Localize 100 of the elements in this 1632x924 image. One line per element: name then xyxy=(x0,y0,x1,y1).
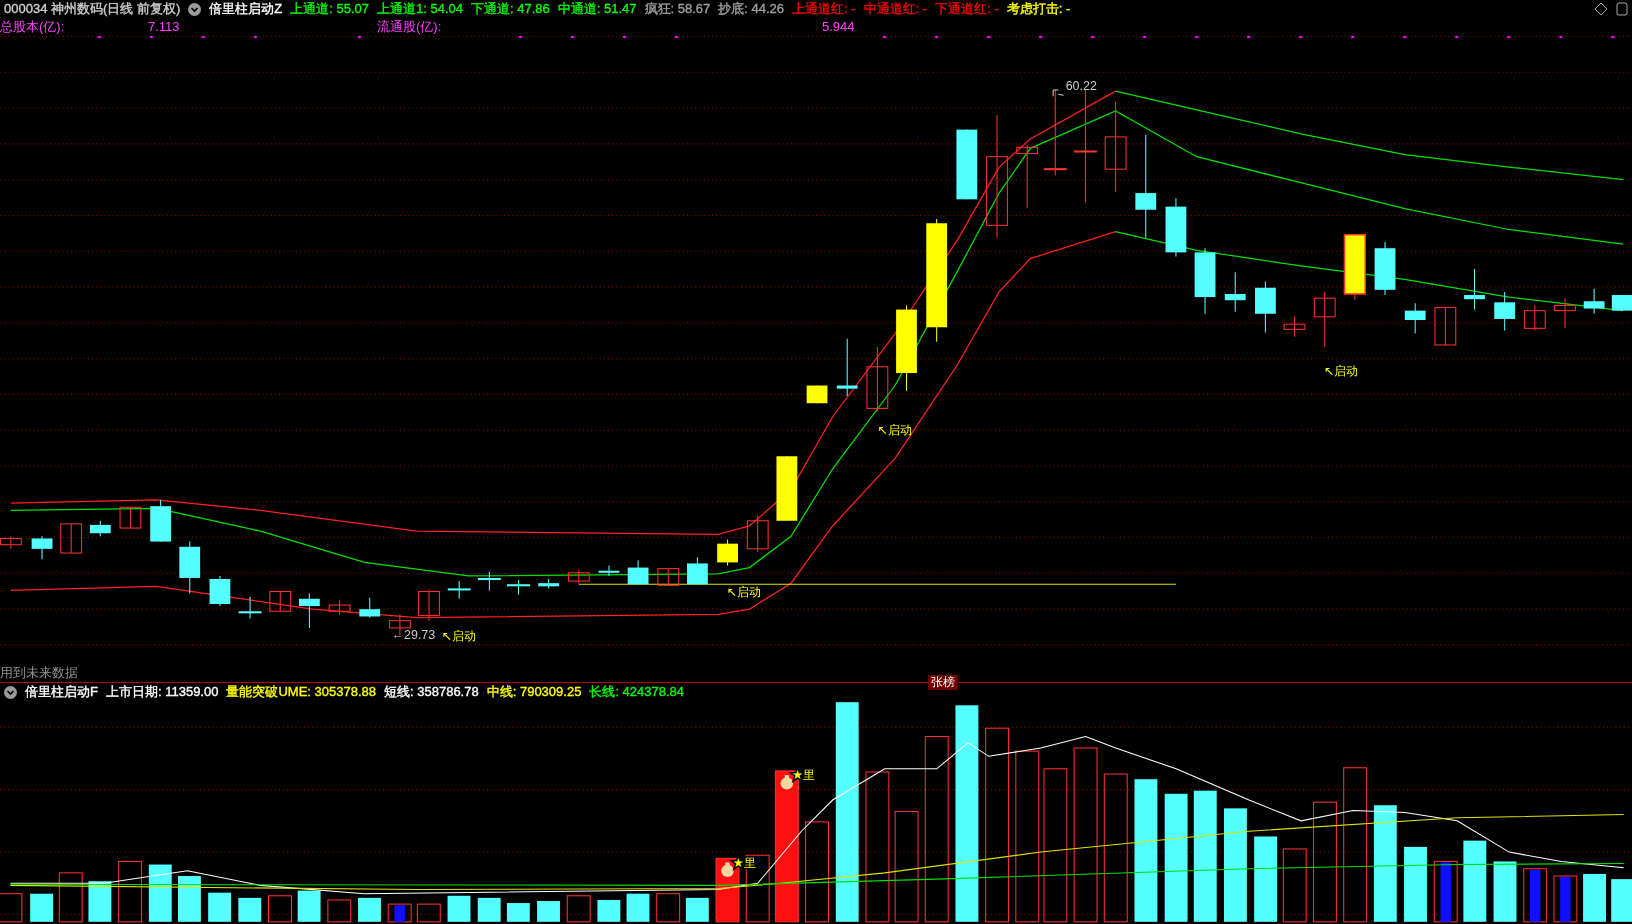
volume-bar xyxy=(447,895,471,922)
candlestick xyxy=(1434,307,1457,346)
peak-price-label: 60.22 xyxy=(1065,79,1097,94)
indicator-value: 考虑打击: - xyxy=(1006,0,1071,18)
volume-bar xyxy=(506,903,530,922)
candlestick xyxy=(1343,233,1367,301)
low-price-label: ←29.73 xyxy=(391,628,436,643)
candlestick xyxy=(31,535,53,560)
limit-up-badge: 张榜 xyxy=(928,675,958,690)
money-bag-icon xyxy=(780,775,794,790)
volume-bar xyxy=(1433,860,1458,923)
candlestick xyxy=(1374,241,1396,296)
indicator-value: 量能突破UME: 305378.88 xyxy=(226,683,376,701)
candlestick xyxy=(717,538,738,566)
indicator-value: 短线: 358786.78 xyxy=(384,683,479,701)
candlestick xyxy=(328,599,351,615)
volume-bar xyxy=(30,893,54,922)
volume-bar xyxy=(477,897,501,922)
candlestick xyxy=(1523,304,1546,331)
indicator-value: 长线: 424378.84 xyxy=(589,683,685,701)
candlestick xyxy=(209,575,231,607)
candlestick xyxy=(598,565,620,577)
candlestick xyxy=(60,523,83,554)
candlestick xyxy=(447,580,471,600)
indicator-value: 上通道红: - xyxy=(792,0,856,18)
indicator-value: 抄底: 44.26 xyxy=(718,0,785,18)
candlestick xyxy=(1494,291,1516,331)
candlestick xyxy=(657,568,680,586)
candlestick xyxy=(1464,268,1485,311)
volume-bar xyxy=(268,895,292,923)
indicator-value: 中线: 790309.25 xyxy=(486,683,582,701)
candlestick xyxy=(567,569,590,584)
candlestick xyxy=(1611,294,1632,312)
volume-bar xyxy=(118,860,143,923)
volume-bar xyxy=(148,864,172,922)
volume-bar xyxy=(88,881,112,922)
candlestick xyxy=(238,596,262,620)
start-signal-label: ↖启动 xyxy=(441,629,476,644)
volume-bar xyxy=(566,895,591,923)
indicator-value: 上通道: 55.07 xyxy=(290,0,369,18)
candlestick xyxy=(359,597,381,619)
candlestick xyxy=(1404,302,1426,335)
money-bag-icon xyxy=(721,862,734,878)
indicator-name: 倍里柱启动F xyxy=(25,683,98,701)
candlestick xyxy=(1016,144,1039,209)
candlestick xyxy=(956,129,978,200)
dropdown-icon[interactable] xyxy=(4,685,17,699)
volume-bar xyxy=(58,872,83,923)
indicator-value: 下通道红: - xyxy=(935,0,999,18)
candlestick xyxy=(150,499,172,543)
share-capital-label: 流通股(亿): xyxy=(377,18,443,36)
volume-bar xyxy=(358,897,381,922)
indicator-value: 中通道红: - xyxy=(863,0,928,18)
volume-bar xyxy=(1583,873,1606,922)
future-data-notice: 用到未来数据 xyxy=(0,665,78,680)
candlestick xyxy=(1165,197,1187,258)
candlestick xyxy=(1224,271,1246,313)
volume-bar xyxy=(208,892,232,922)
candlestick xyxy=(89,520,111,537)
candlestick xyxy=(1283,316,1306,338)
candlestick xyxy=(299,593,320,629)
candlestick xyxy=(1583,288,1605,315)
volume-bar xyxy=(297,890,321,922)
candlestick xyxy=(746,515,769,553)
volume-bar xyxy=(626,893,650,922)
volume-bar xyxy=(1523,868,1548,923)
candlestick xyxy=(269,591,292,612)
candlestick xyxy=(477,571,501,591)
candlestick xyxy=(1554,297,1576,329)
volume-bar xyxy=(685,897,709,922)
indicator-value: 中通道: 51.47 xyxy=(557,0,637,18)
candlestick xyxy=(1313,291,1336,348)
volume-bar xyxy=(416,903,441,923)
share-capital-label: 总股本(亿): xyxy=(0,18,66,36)
candlestick xyxy=(1255,281,1276,333)
start-signal-label: ↖启动 xyxy=(1323,364,1359,379)
candlestick xyxy=(776,455,798,522)
start-signal-label: ↖启动 xyxy=(726,584,761,599)
diamond-icon[interactable] xyxy=(1594,2,1608,16)
volume-bar xyxy=(1493,861,1517,922)
candlestick xyxy=(866,346,889,413)
indicator-name: 倍里柱启动Z xyxy=(209,0,283,18)
candlestick xyxy=(507,579,530,596)
volume-bar xyxy=(1611,879,1632,922)
candlestick xyxy=(418,588,440,622)
stock-title: 000034 神州数码(日线 前复权) xyxy=(4,0,181,18)
volume-bar xyxy=(327,899,352,923)
candlestick xyxy=(179,541,201,595)
volume-bar xyxy=(745,854,770,923)
share-capital-value: 5.944 xyxy=(822,18,856,36)
pointer-arrow-icon xyxy=(1052,89,1065,97)
start-signal-label: ↖启动 xyxy=(877,423,912,438)
candlestick xyxy=(806,385,828,404)
panel-icon[interactable] xyxy=(1616,2,1628,16)
candlestick xyxy=(119,506,142,529)
volume-bar xyxy=(178,876,201,922)
volume-bar xyxy=(597,899,621,922)
dropdown-icon[interactable] xyxy=(188,2,202,16)
indicator-value: 疯狂: 58.67 xyxy=(644,0,711,18)
indicator-value: 上市日期: 11359.00 xyxy=(105,683,219,701)
